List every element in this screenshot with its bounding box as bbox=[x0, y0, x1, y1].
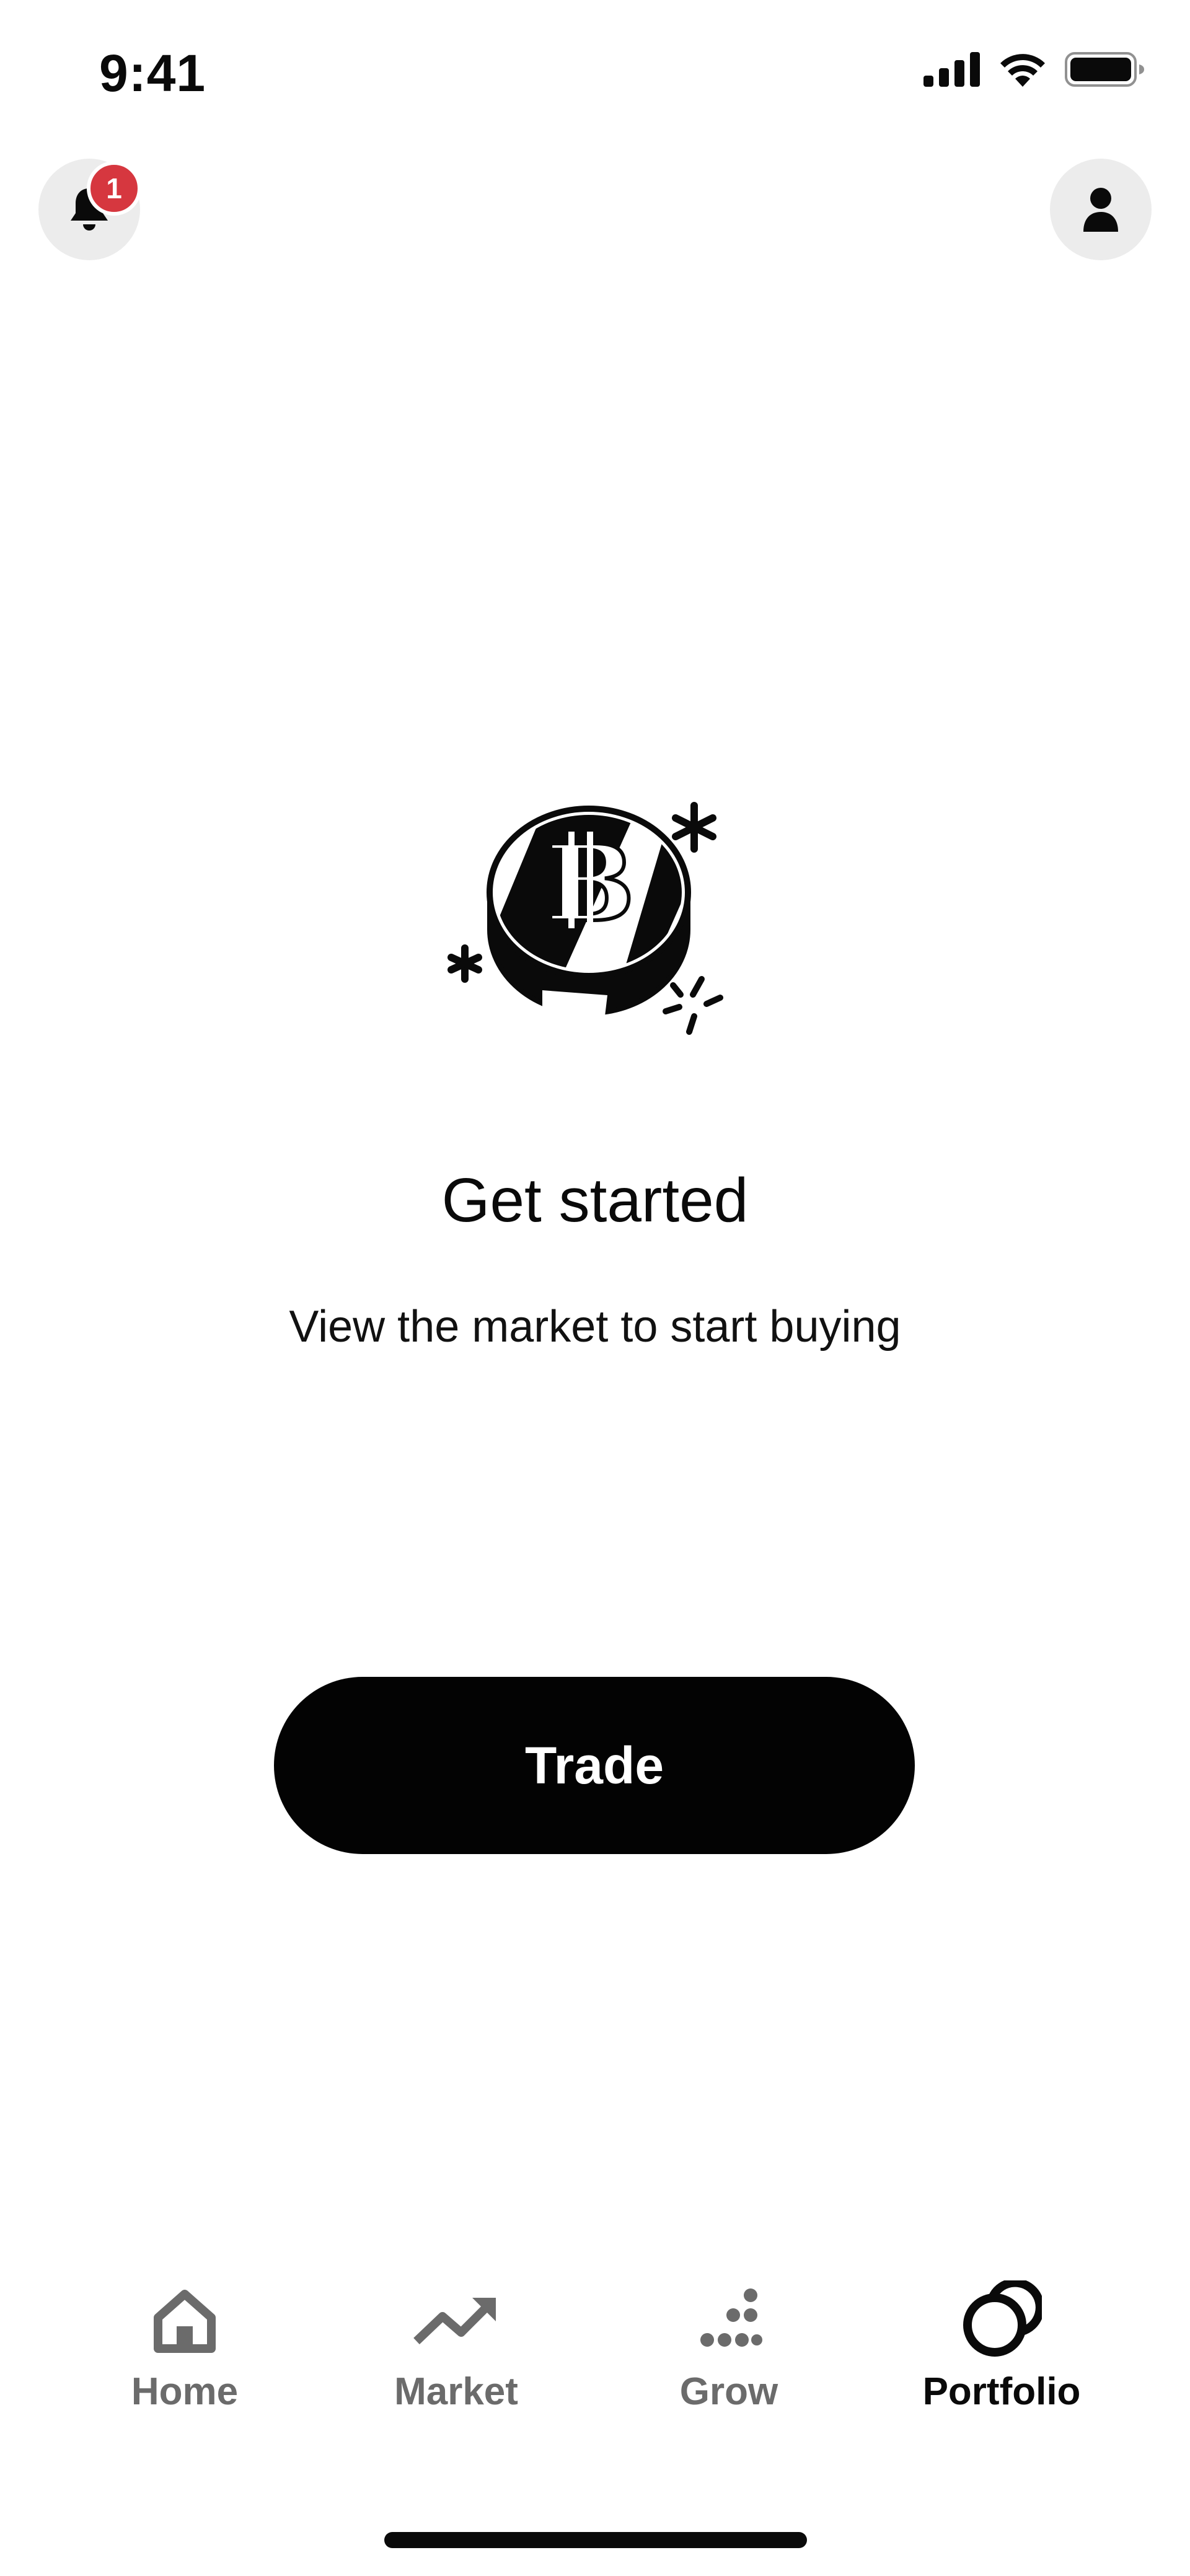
signal-icon bbox=[923, 52, 980, 87]
empty-state-title: Get started bbox=[441, 1166, 749, 1235]
notifications-button[interactable]: 1 bbox=[38, 159, 141, 260]
tab-portfolio-label: Portfolio bbox=[922, 2370, 1081, 2413]
grow-dots-icon bbox=[700, 2288, 762, 2347]
portfolio-circles-icon bbox=[963, 2280, 1042, 2357]
tab-market[interactable]: Market bbox=[345, 2280, 568, 2442]
home-indicator bbox=[384, 2532, 807, 2548]
person-icon bbox=[1083, 188, 1118, 232]
status-bar: 9:41 bbox=[0, 0, 1190, 143]
notification-badge: 1 bbox=[87, 161, 141, 216]
trade-button[interactable]: Trade bbox=[274, 1677, 915, 1854]
tab-bar: Home Market Grow Portfolio bbox=[0, 2280, 1190, 2466]
status-icons bbox=[923, 51, 1145, 88]
battery-icon bbox=[1065, 52, 1144, 87]
tab-market-label: Market bbox=[394, 2370, 518, 2413]
home-icon bbox=[154, 2290, 216, 2353]
tab-grow[interactable]: Grow bbox=[617, 2280, 840, 2442]
profile-button[interactable] bbox=[1050, 159, 1152, 260]
empty-state-subtitle: View the market to start buying bbox=[289, 1302, 901, 1352]
wifi-icon bbox=[1000, 54, 1045, 87]
tab-home-label: Home bbox=[131, 2370, 239, 2413]
trend-up-icon bbox=[413, 2298, 496, 2345]
tab-portfolio[interactable]: Portfolio bbox=[890, 2280, 1113, 2442]
tab-grow-label: Grow bbox=[679, 2370, 778, 2413]
status-time: 9:41 bbox=[99, 44, 206, 102]
tab-home[interactable]: Home bbox=[73, 2280, 296, 2442]
bitcoin-coin-icon: B bbox=[447, 802, 723, 1035]
empty-state-illustration: B bbox=[434, 793, 756, 1066]
